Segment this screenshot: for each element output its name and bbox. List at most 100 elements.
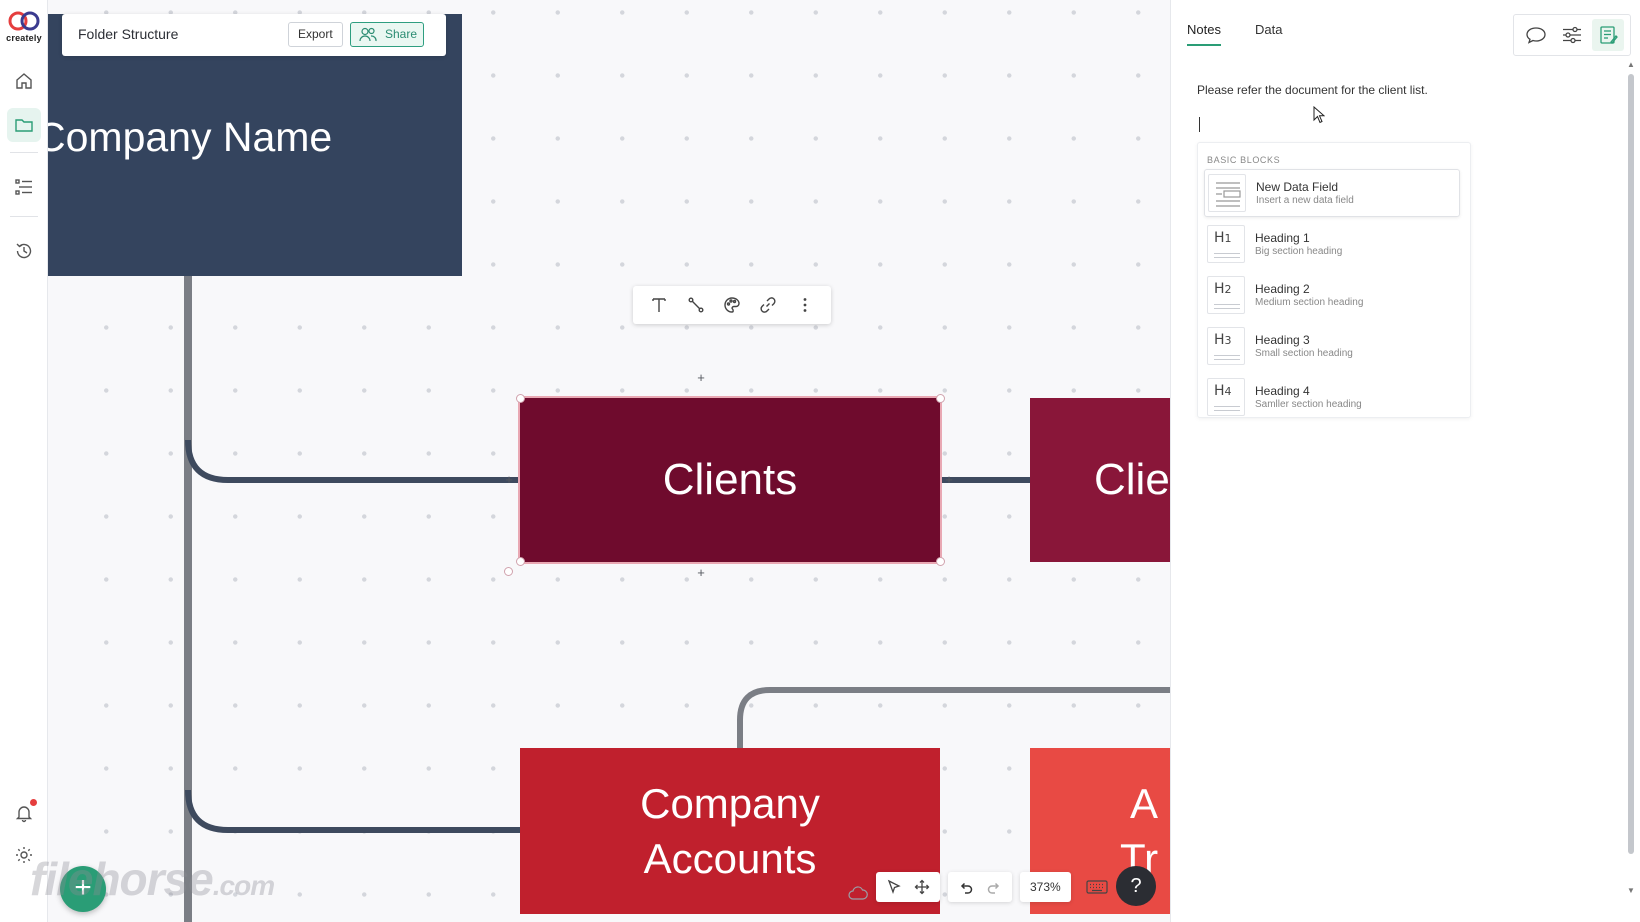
block-name: New Data Field — [1256, 180, 1339, 194]
block-heading-2[interactable]: H2 Heading 2 Medium section heading — [1204, 271, 1460, 319]
home-button[interactable] — [7, 64, 41, 98]
redo-button[interactable] — [980, 874, 1008, 900]
block-desc: Small section heading — [1255, 348, 1353, 359]
notes-panel: Notes Data Please refer the document for… — [1170, 0, 1640, 922]
text-tool-button[interactable] — [645, 291, 673, 319]
mouse-cursor-icon — [1313, 106, 1325, 124]
note-text[interactable]: Please refer the document for the client… — [1197, 83, 1428, 97]
help-button[interactable]: ? — [1116, 866, 1156, 906]
zoom-control[interactable]: 373% — [1020, 872, 1071, 902]
document-title[interactable]: Folder Structure — [78, 26, 178, 42]
notifications-button[interactable] — [7, 796, 41, 830]
app-window: creately Folder Structure Export Share C… — [0, 0, 1640, 922]
heading-1-icon: H1 — [1207, 225, 1245, 263]
block-desc: Medium section heading — [1255, 297, 1364, 308]
block-name: Heading 1 — [1255, 231, 1310, 245]
logo-text: creately — [6, 33, 42, 43]
more-vertical-icon — [803, 298, 807, 312]
cloud-sync-icon — [848, 886, 868, 900]
resize-handle[interactable] — [516, 557, 525, 566]
scroll-thumb[interactable] — [1628, 74, 1634, 854]
properties-button[interactable] — [1556, 19, 1588, 51]
creately-logo[interactable]: creately — [4, 10, 44, 43]
blocks-title: BASIC BLOCKS — [1207, 155, 1281, 165]
history-tools — [948, 872, 1012, 902]
keyboard-shortcuts-button[interactable] — [1083, 874, 1111, 900]
resize-handle[interactable] — [516, 394, 525, 403]
panel-icon-toolbar — [1513, 14, 1631, 56]
company-accounts-line1: Company — [640, 779, 820, 827]
users-icon — [359, 27, 377, 42]
heading-2-icon: H2 — [1207, 276, 1245, 314]
watermark-suffix: .com — [212, 870, 275, 901]
add-node-right-icon[interactable]: + — [942, 473, 956, 487]
export-button[interactable]: Export — [288, 22, 343, 47]
bell-icon — [15, 806, 33, 823]
pan-tool-button[interactable] — [908, 874, 936, 900]
rotate-handle[interactable] — [504, 567, 513, 576]
accounts-top-connector — [737, 687, 1170, 752]
scroll-down-icon[interactable]: ▼ — [1627, 886, 1635, 895]
panel-scrollbar[interactable]: ▲ ▼ — [1626, 60, 1636, 900]
folder-icon — [15, 119, 33, 132]
block-desc: Big section heading — [1255, 246, 1343, 257]
connector-icon — [688, 297, 704, 313]
company-name-text: Company Name — [48, 114, 333, 161]
accounts-child-line1: A — [1130, 779, 1159, 827]
shape-context-toolbar — [633, 286, 831, 324]
document-header: Folder Structure Export Share — [62, 14, 446, 56]
folder-button[interactable] — [7, 108, 41, 142]
palette-icon — [724, 297, 740, 313]
notification-dot — [30, 799, 37, 806]
resize-handle[interactable] — [936, 557, 945, 566]
diagram-canvas[interactable]: Folder Structure Export Share Company Na… — [48, 0, 1170, 922]
sliders-icon — [1563, 26, 1581, 44]
undo-icon — [960, 882, 973, 894]
history-button[interactable] — [7, 234, 41, 268]
block-name: Heading 2 — [1255, 282, 1310, 296]
block-new-data-field[interactable]: New Data Field Insert a new data field — [1204, 169, 1460, 217]
watermark: filehorse.com — [30, 852, 275, 906]
add-node-left-icon[interactable]: + — [502, 473, 516, 487]
tab-data[interactable]: Data — [1255, 22, 1282, 46]
share-button[interactable]: Share — [350, 22, 424, 47]
left-rail: creately — [0, 0, 48, 922]
basic-blocks-menu: BASIC BLOCKS New Data Field Insert a new… — [1197, 142, 1471, 418]
comments-button[interactable] — [1520, 19, 1552, 51]
block-name: Heading 3 — [1255, 333, 1310, 347]
undo-button[interactable] — [952, 874, 980, 900]
block-heading-1[interactable]: H1 Heading 1 Big section heading — [1204, 220, 1460, 268]
select-tool-button[interactable] — [880, 874, 908, 900]
rail-divider — [10, 216, 38, 217]
notes-icon — [1600, 26, 1618, 44]
clients-node[interactable]: Clients — [518, 396, 942, 564]
bottom-toolbar: 373% — [876, 872, 1115, 902]
share-label: Share — [384, 27, 418, 41]
accounts-connector — [185, 789, 520, 833]
add-node-below-icon[interactable]: + — [694, 566, 708, 580]
style-tool-button[interactable] — [718, 291, 746, 319]
outline-button[interactable] — [7, 170, 41, 204]
redo-icon — [987, 882, 1000, 894]
notes-button[interactable] — [1592, 19, 1624, 51]
more-options-button[interactable] — [791, 291, 819, 319]
block-desc: Samller section heading — [1255, 399, 1362, 410]
clients-text: Clients — [662, 455, 798, 505]
add-node-above-icon[interactable]: + — [694, 371, 708, 385]
scroll-up-icon[interactable]: ▲ — [1627, 60, 1635, 69]
watermark-text: filehorse — [30, 853, 214, 905]
block-desc: Insert a new data field — [1256, 195, 1354, 206]
panel-tabs: Notes Data — [1187, 22, 1282, 46]
block-heading-4[interactable]: H4 Heading 4 Samller section heading — [1204, 373, 1460, 417]
keyboard-tools — [1079, 872, 1115, 902]
connector-tool-button[interactable] — [682, 291, 710, 319]
resize-handle[interactable] — [936, 394, 945, 403]
creately-logo-icon — [8, 11, 40, 31]
link-tool-button[interactable] — [754, 291, 782, 319]
clients-connector — [185, 439, 520, 483]
clients-child-node[interactable]: Clie — [1030, 398, 1170, 562]
zoom-level[interactable]: 373% — [1024, 880, 1067, 894]
heading-4-icon: H4 — [1207, 378, 1245, 416]
tab-notes[interactable]: Notes — [1187, 22, 1221, 46]
block-heading-3[interactable]: H3 Heading 3 Small section heading — [1204, 322, 1460, 370]
